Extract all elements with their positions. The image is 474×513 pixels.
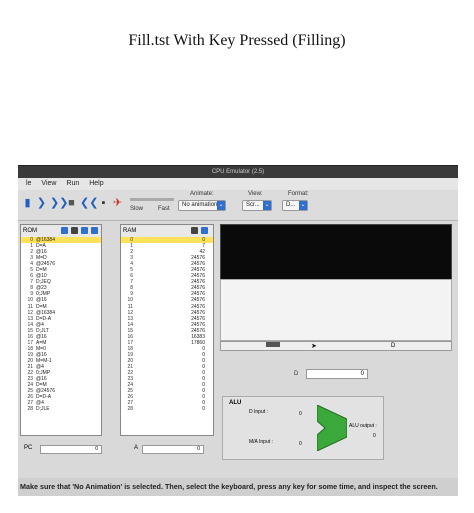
screen-area [220, 279, 452, 341]
format-select[interactable]: D... ⌄ [282, 200, 308, 211]
alu-ma-input-value: 0 [299, 441, 302, 447]
load-program-icon[interactable]: ▪ [98, 198, 109, 209]
stop-icon[interactable]: ▮ [22, 198, 33, 209]
ram-row[interactable]: 28 0 [121, 406, 213, 412]
alu-output-label: ALU output : [349, 423, 377, 429]
fast-forward-icon[interactable]: ❯❯ [50, 198, 68, 209]
screen-filled-black [220, 224, 452, 281]
pc-value: 0 [95, 446, 98, 452]
keyboard-icon[interactable] [266, 342, 280, 347]
a-value: 0 [197, 446, 200, 452]
window-title: CPU Emulator (2.5) [18, 166, 458, 178]
toolbar: ▮ ❯ ❯❯ ■ ❮❮ ▪ ✈ Slow Fast Animate: No an… [18, 190, 458, 221]
animate-label: Animate: [190, 191, 214, 197]
single-step-icon[interactable]: ❯ [36, 198, 47, 209]
alu-title: ALU [229, 400, 242, 406]
rom-address: 28 [27, 406, 33, 413]
alu-panel: ALU D Input : 0 M/A Input : 0 ALU output… [222, 396, 384, 460]
stop-square-icon[interactable]: ■ [66, 198, 77, 209]
rom-title: ROM [23, 228, 37, 234]
alu-output-value: 0 [373, 433, 376, 439]
rom-clear-icon[interactable] [71, 227, 78, 234]
ram-value: 0 [202, 406, 205, 413]
view-select[interactable]: Scr... ⌄ [242, 200, 272, 211]
alu-d-input-label: D Input : [249, 409, 268, 415]
view-label: View: [248, 191, 263, 197]
instruction-banner: Make sure that 'No Animation' is selecte… [18, 478, 458, 496]
keyboard-bar[interactable]: D [220, 341, 452, 351]
rom-value: D;JLE [36, 406, 50, 413]
animate-value: No animation [182, 202, 218, 208]
rom-list[interactable]: 0 @16384 1 D=A 2 @16 3 M=D 4 @24576 5 D=M 6 @10 7 D;JEQ… [21, 237, 101, 412]
rom-load-icon[interactable] [61, 227, 68, 234]
chevron-down-icon: ⌄ [299, 201, 307, 210]
menu-bar: le View Run Help [18, 178, 458, 190]
view-value: Scr... [246, 202, 260, 208]
alu-shape-icon [317, 405, 347, 451]
pc-label: PC [24, 445, 33, 451]
chevron-down-icon: ⌄ [217, 201, 225, 210]
ram-title: RAM [123, 228, 137, 234]
breakpoint-icon[interactable]: ✈ [112, 198, 123, 209]
d-register-value: 0 [360, 371, 364, 377]
ram-clear-icon[interactable] [191, 227, 198, 234]
pc-field[interactable]: 0 [40, 445, 102, 454]
page-title: Fill.tst With Key Pressed (Filling) [128, 32, 346, 49]
rom-row[interactable]: 28 D;JLE [21, 406, 101, 412]
alu-ma-input-label: M/A Input : [249, 439, 273, 445]
ram-address: 28 [127, 406, 133, 413]
ram-panel: RAM 0 0 1 7 2 42 3 24576 4 24576 5 24576 6 24576 7 2457… [120, 224, 214, 436]
mouse-cursor-icon: ➤ [311, 343, 317, 350]
a-field[interactable]: 0 [142, 445, 204, 454]
menu-file[interactable]: le [26, 180, 31, 187]
format-label: Format: [288, 191, 309, 197]
d-register[interactable]: 0 [306, 369, 368, 379]
cpu-emulator-window: CPU Emulator (2.5) le View Run Help ▮ ❯ … [18, 165, 458, 496]
a-label: A [134, 445, 139, 451]
menu-view[interactable]: View [41, 180, 56, 187]
menu-run[interactable]: Run [66, 180, 79, 187]
rewind-icon[interactable]: ❮❮ [80, 198, 98, 209]
keyboard-key-value: D [391, 343, 396, 349]
format-value: D... [286, 202, 296, 208]
d-register-label: D [294, 371, 299, 377]
rom-panel: ROM 0 @16384 1 D=A 2 @16 3 M=D 4 @24576 5 D=M 6 @10 7 D… [20, 224, 102, 436]
alu-d-input-value: 0 [299, 411, 302, 417]
speed-slider[interactable] [130, 198, 174, 201]
ram-search-icon[interactable] [201, 227, 208, 234]
rom-search-icon[interactable] [81, 227, 88, 234]
animate-select[interactable]: No animation ⌄ [178, 200, 226, 211]
slow-label: Slow [130, 206, 144, 212]
rom-format-icon[interactable] [91, 227, 98, 234]
fast-label: Fast [158, 206, 170, 212]
menu-help[interactable]: Help [89, 180, 103, 187]
chevron-down-icon: ⌄ [263, 201, 271, 210]
ram-list[interactable]: 0 0 1 7 2 42 3 24576 4 24576 5 24576 6 24576 7 24576 8 24… [121, 237, 213, 412]
